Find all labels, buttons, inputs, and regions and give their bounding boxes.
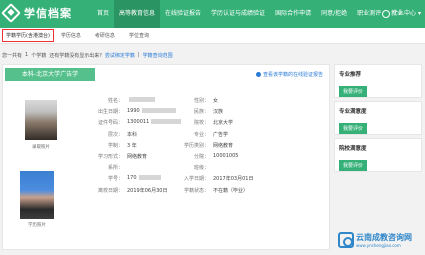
- field-label: 学号：: [107, 176, 123, 183]
- field-label: 学历类别：: [183, 142, 209, 149]
- notice-count: 1: [25, 52, 29, 58]
- sidebar-major-recommend: 专业推荐 我要评价: [334, 64, 422, 98]
- rate-button[interactable]: 我要评价: [339, 86, 368, 97]
- nav-international[interactable]: 国际合作申请: [270, 0, 316, 28]
- field-value: 北京大学: [213, 120, 234, 127]
- watermark-title: 云南成教咨询网: [356, 233, 412, 242]
- record-panel: 本科-北京大学广告学 查看该学籍的在线验证报告 录取照片 学历照片 姓名： 性别：…: [2, 64, 330, 250]
- field-value: 2019年06月30日: [127, 187, 168, 194]
- notice-text-2: 个学籍: [31, 52, 47, 59]
- school-major-pill: 本科-北京大学广告学: [5, 68, 95, 81]
- field-label: 院校：: [193, 120, 209, 127]
- field-label: 学制：: [107, 142, 123, 149]
- user-menu-label: 个人中心: [391, 10, 416, 17]
- sidebar-title: 院校满意度: [339, 146, 367, 152]
- degree-photo: [20, 171, 54, 219]
- tab-degree-query[interactable]: 学位查询: [122, 32, 156, 39]
- field-value: 网络教育: [127, 154, 148, 160]
- field-value: 3 年: [127, 142, 137, 149]
- user-menu[interactable]: 个人中心 ▾: [381, 0, 421, 28]
- field-value: 汉族: [213, 109, 224, 116]
- logo-icon: [1, 3, 21, 23]
- verify-report-label: 查看该学籍的在线验证报告: [262, 72, 323, 78]
- enrollment-photo-caption: 录取照片: [32, 145, 50, 150]
- bind-record-link[interactable]: 尝试绑定学籍: [105, 52, 135, 59]
- field-value: 本科: [127, 131, 138, 138]
- watermark-url: www.ynchengjiao.com: [356, 243, 401, 248]
- field-value: 1300011: [127, 119, 182, 125]
- field-label: 学习形式：: [97, 154, 123, 160]
- watermark-logo-icon: [338, 232, 354, 248]
- nav-higher-education[interactable]: 高等教育信息: [114, 0, 161, 28]
- field-label: 学籍状态：: [183, 187, 209, 194]
- top-navbar: 学信档案 首页 高等教育信息 在线验证报告 学历认证与成绩验证 国际合作申请 同…: [0, 0, 425, 28]
- sidebar-major-satisfaction: 专业满意度 我要评价: [334, 101, 422, 135]
- field-label: 系所：: [107, 165, 123, 172]
- tab-student-status[interactable]: 学籍学历(含港澳台): [2, 29, 54, 42]
- field-label: 出生日期：: [97, 109, 123, 116]
- field-label: 离校日期：: [97, 187, 123, 194]
- sidebar-title: 专业推荐: [339, 72, 362, 78]
- field-value: 1990: [127, 108, 176, 114]
- field-label: 入学日期：: [183, 176, 209, 183]
- field-label: 性别：: [193, 98, 209, 104]
- chevron-down-icon: ▾: [417, 10, 421, 17]
- field-value: 170: [127, 175, 161, 181]
- field-label: 层次：: [107, 131, 123, 138]
- user-icon: [381, 10, 390, 18]
- watermark: 云南成教咨询网 www.ynchengjiao.com: [338, 232, 412, 248]
- info-icon: [255, 72, 261, 77]
- tab-degree-info[interactable]: 学历信息: [54, 32, 88, 39]
- rate-button[interactable]: 我要评价: [339, 160, 368, 171]
- notice-text-1: 您一共有: [2, 52, 23, 59]
- masked-value: [138, 175, 161, 181]
- field-value: [127, 97, 155, 103]
- field-label: 分院：: [193, 154, 209, 160]
- query-scope-link[interactable]: 学籍查询范围: [143, 52, 173, 59]
- masked-value: [141, 108, 176, 114]
- field-value: 网络教育: [213, 142, 234, 149]
- notice-text-3: 还有学籍没有显示出来?: [49, 52, 102, 59]
- field-label: 民族：: [193, 109, 209, 116]
- nav-online-report[interactable]: 在线验证报告: [160, 0, 206, 28]
- record-notice: 您一共有 1 个学籍 还有学籍没有显示出来? 尝试绑定学籍 | 学籍查询范围: [2, 52, 173, 59]
- enrollment-photo: [25, 100, 57, 140]
- masked-value: [129, 97, 155, 102]
- field-label: 证件号码：: [97, 120, 123, 127]
- tab-exam-info[interactable]: 考研信息: [88, 32, 122, 39]
- degree-photo-caption: 学历照片: [28, 223, 46, 228]
- field-value: 广告学: [213, 131, 229, 138]
- verify-report-link[interactable]: 查看该学籍的在线验证报告: [255, 71, 323, 78]
- field-value: 10001005: [213, 153, 239, 159]
- field-label: 班级：: [193, 165, 209, 172]
- logo-text: 学信档案: [24, 7, 72, 20]
- site-logo[interactable]: 学信档案: [1, 3, 72, 23]
- field-label: 专业：: [193, 131, 209, 138]
- nav-consent[interactable]: 同意/拒绝: [316, 0, 352, 28]
- sidebar-title: 专业满意度: [339, 109, 367, 115]
- field-value: 2017年03月01日: [213, 176, 254, 183]
- nav-home[interactable]: 首页: [92, 0, 114, 28]
- field-label: 姓名：: [107, 98, 123, 104]
- sidebar-school-satisfaction: 院校满意度 我要评价: [334, 138, 422, 172]
- field-value: 不在籍（毕业）: [213, 187, 249, 194]
- sub-navbar: 学籍学历(含港澳台) 学历信息 考研信息 学位查询: [0, 28, 425, 44]
- field-value: 女: [213, 98, 219, 104]
- rate-button[interactable]: 我要评价: [339, 123, 368, 134]
- nav-certification[interactable]: 学历认证与成绩验证: [206, 0, 270, 28]
- main-nav: 首页 高等教育信息 在线验证报告 学历认证与成绩验证 国际合作申请 同意/拒绝 …: [92, 0, 408, 28]
